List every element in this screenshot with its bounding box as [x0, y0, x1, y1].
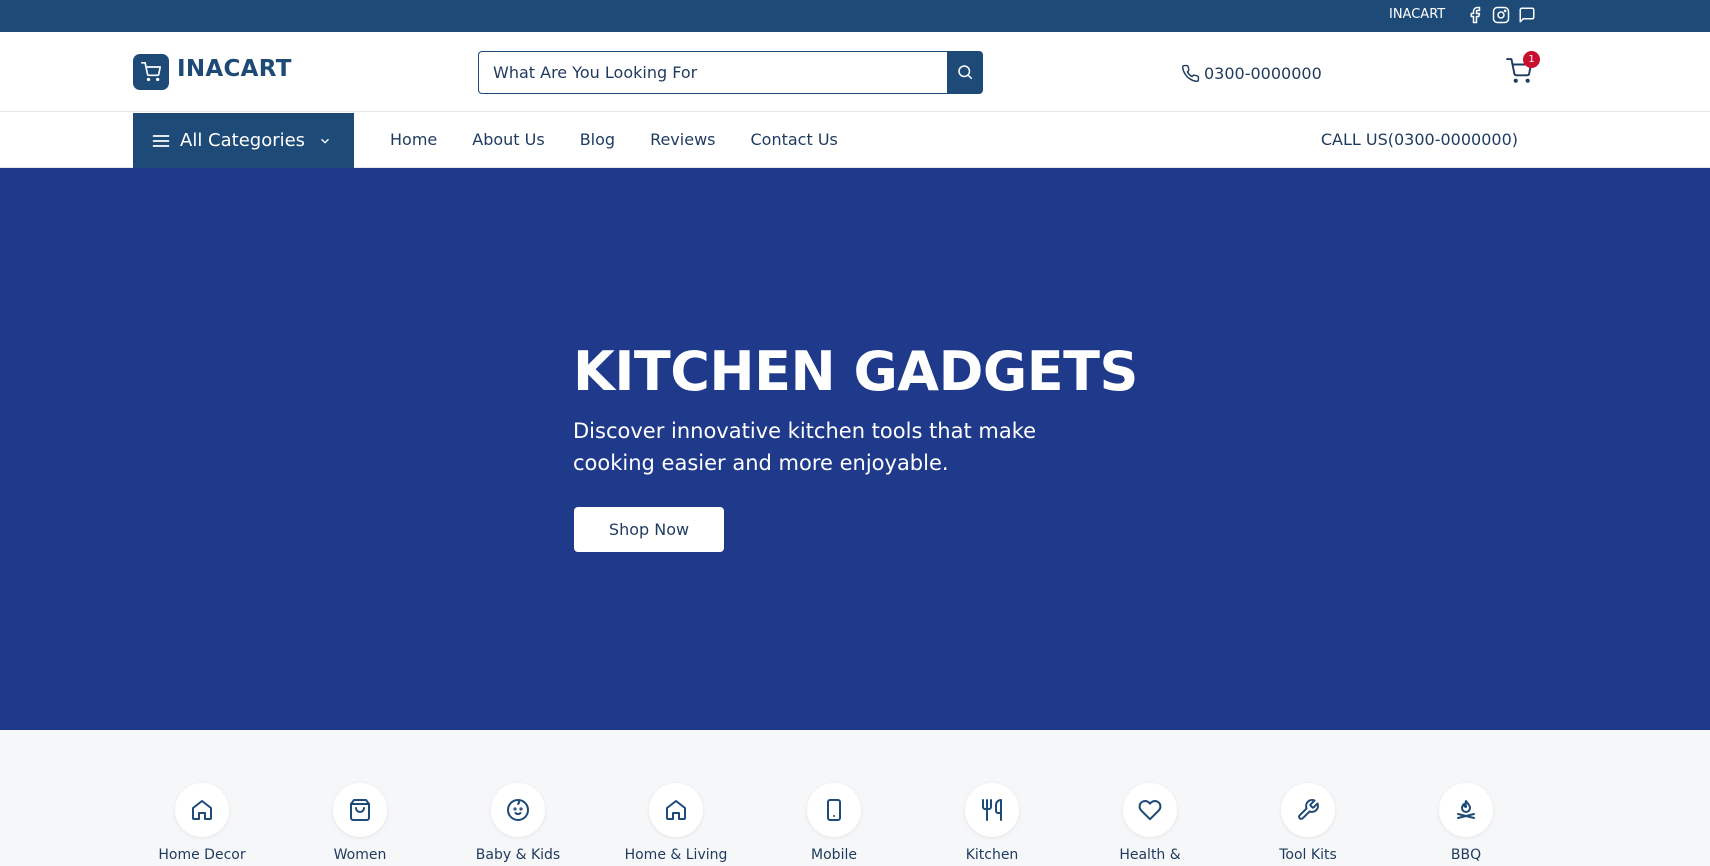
- phone-number: 0300-0000000: [1204, 63, 1322, 83]
- category-health[interactable]: Health &: [1071, 783, 1229, 863]
- hero-title: KITCHEN GADGETS: [573, 340, 1138, 403]
- category-bbq[interactable]: BBQ: [1387, 783, 1545, 863]
- heart-icon: [1138, 800, 1162, 821]
- top-bar: INACART: [0, 0, 1710, 32]
- instagram-icon[interactable]: [1492, 6, 1510, 24]
- category-label: Home Decor: [158, 847, 246, 863]
- nav-contact-us[interactable]: Contact Us: [750, 130, 837, 149]
- call-us-link[interactable]: CALL US(0300-0000000): [1321, 130, 1518, 149]
- search-input[interactable]: [478, 51, 948, 94]
- phone-icon: [1181, 64, 1200, 82]
- category-baby-kids[interactable]: Baby & Kids: [439, 783, 597, 863]
- category-label: Baby & Kids: [475, 847, 561, 863]
- category-label: Health &: [1119, 847, 1181, 863]
- home-icon: [666, 800, 686, 820]
- cart-button[interactable]: 1: [1506, 51, 1540, 86]
- category-label: Home & Living: [624, 847, 728, 863]
- nav-home[interactable]: Home: [390, 130, 437, 149]
- category-strip: Home Decor Women Baby & Kids Home & Livi…: [0, 730, 1710, 866]
- nav-links: Home About Us Blog Reviews Contact Us: [390, 130, 873, 149]
- category-label: Mobile: [811, 847, 857, 863]
- category-label: Tool Kits: [1279, 847, 1337, 863]
- hero-banner: KITCHEN GADGETS Discover innovative kitc…: [0, 168, 1710, 730]
- wrench-icon: [1298, 799, 1319, 820]
- category-label: Kitchen: [965, 847, 1019, 863]
- category-women[interactable]: Women: [281, 783, 439, 863]
- logo-cart-icon[interactable]: [133, 54, 169, 90]
- category-label: BBQ: [1450, 847, 1482, 863]
- search-button[interactable]: [947, 51, 983, 94]
- utensils-icon: [982, 799, 1002, 821]
- category-label: Women: [333, 847, 387, 863]
- logo-text[interactable]: INACART: [177, 56, 292, 82]
- all-categories-button[interactable]: All Categories: [133, 113, 354, 168]
- header-phone[interactable]: 0300-0000000: [1181, 62, 1322, 84]
- main-nav: All Categories Home About Us Blog Review…: [0, 112, 1710, 168]
- all-categories-label: All Categories: [180, 130, 306, 151]
- category-home-living[interactable]: Home & Living: [597, 783, 755, 863]
- search-icon: [958, 65, 973, 80]
- baby-icon: [507, 799, 529, 821]
- mobile-icon: [827, 799, 841, 821]
- category-home-decor[interactable]: Home Decor: [123, 783, 281, 863]
- shopping-bag-icon: [350, 799, 370, 821]
- search-bar: [478, 51, 983, 94]
- topbar-brand: INACART: [1389, 7, 1446, 22]
- chat-icon[interactable]: [1518, 6, 1536, 24]
- category-tool-kits[interactable]: Tool Kits: [1229, 783, 1387, 863]
- facebook-icon[interactable]: [1466, 6, 1484, 24]
- nav-about-us[interactable]: About Us: [472, 130, 544, 149]
- campfire-icon: [1457, 800, 1475, 819]
- category-kitchen[interactable]: Kitchen: [913, 783, 1071, 863]
- category-mobile[interactable]: Mobile: [755, 783, 913, 863]
- home-icon: [192, 800, 212, 820]
- chevron-down-icon: [314, 134, 332, 148]
- site-header: INACART 0300-0000000 1: [0, 32, 1710, 112]
- menu-icon: [151, 131, 171, 151]
- shop-now-button[interactable]: Shop Now: [574, 507, 724, 552]
- cart-count-badge: 1: [1523, 51, 1540, 68]
- nav-reviews[interactable]: Reviews: [650, 130, 715, 149]
- hero-subtitle: Discover innovative kitchen tools that m…: [573, 419, 1037, 475]
- nav-blog[interactable]: Blog: [580, 130, 615, 149]
